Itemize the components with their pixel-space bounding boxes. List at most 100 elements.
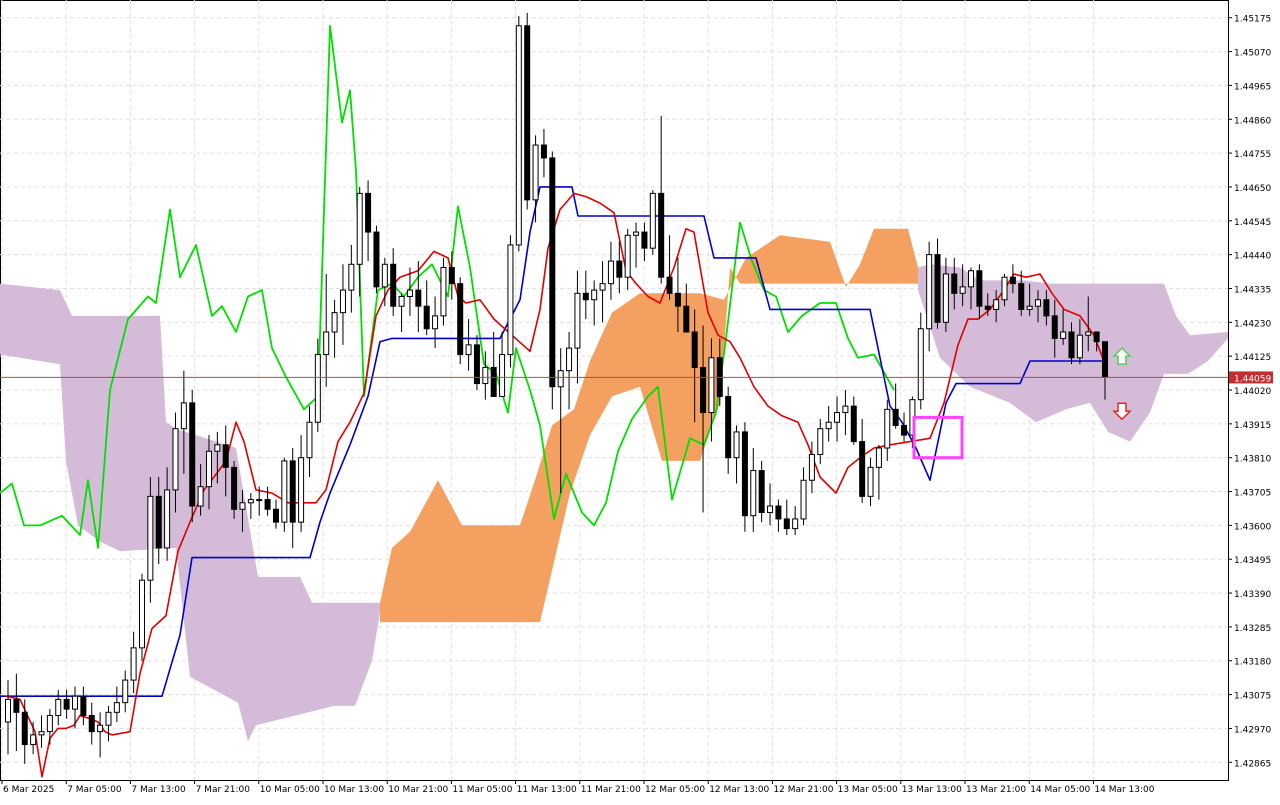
candle-body [607,260,614,285]
candle-body [122,679,129,704]
candle-body [557,370,564,388]
candle-body [356,192,363,265]
y-tick-label: 1.43390 [1234,590,1271,600]
candle-body [1085,331,1092,336]
candle-body [298,457,305,523]
candle-body [373,231,380,288]
candle-body [641,231,648,249]
y-tick-label: 1.45070 [1234,49,1271,59]
candle-body [499,354,506,397]
candle-body [741,431,748,517]
candle-body [733,431,740,459]
y-tick-label: 1.44020 [1234,387,1271,397]
candle-body [231,466,238,510]
candle-body [423,305,430,330]
candle-body [197,486,204,507]
candle-body [867,466,874,497]
candle-body [239,502,246,510]
x-tick-label: 14 Mar 13:00 [1094,785,1154,795]
candle-body [323,331,330,356]
y-tick-label: 1.42865 [1234,759,1271,769]
x-tick-label: 11 Mar 21:00 [581,785,641,795]
candle-body [859,441,866,497]
candle-body [55,698,62,717]
candle-body [256,499,263,502]
candle-body [1076,334,1083,359]
candle-body [792,518,799,530]
x-tick-label: 12 Mar 05:00 [645,785,705,795]
candle-body [348,263,355,291]
y-tick-label: 1.43180 [1234,658,1271,668]
candle-body [105,711,112,726]
candle-body [398,296,405,307]
y-tick-label: 1.44965 [1234,82,1271,92]
candle-body [448,267,455,285]
y-tick-label: 1.44650 [1234,184,1271,194]
x-tick-label: 10 Mar 05:00 [260,785,320,795]
candle-body [147,495,154,581]
candle [138,573,145,661]
candle-body [842,405,849,414]
candle-body [700,366,707,414]
candle-body [205,450,212,488]
candle-body [850,405,857,443]
x-tick-label: 7 Mar 13:00 [131,785,186,795]
candle-body [725,395,732,459]
candle-body [775,505,782,520]
y-tick-label: 1.44125 [1234,353,1271,363]
candle [524,12,531,210]
candle-body [1043,299,1050,317]
candle-body [959,286,966,294]
candle-body [138,579,145,649]
candle-body [758,470,765,513]
candle-body [415,289,422,307]
candle-body [691,331,698,368]
candle-body [1035,299,1042,307]
candle [549,151,556,410]
candle-body [968,270,975,288]
x-tick-label: 11 Mar 05:00 [452,785,512,795]
candle-body [1102,341,1108,378]
candle-body [390,263,397,307]
candle-body [113,702,120,713]
y-tick-label: 1.44440 [1234,252,1271,262]
y-tick-label: 1.43705 [1234,489,1271,499]
x-tick-label: 11 Mar 13:00 [517,785,577,795]
candle-body [976,270,983,307]
candle-body [432,315,439,330]
candle-body [457,283,464,356]
candle-body [88,715,95,733]
candle-body [750,470,757,517]
candle-body [633,231,640,236]
candle-body [490,366,497,397]
candle-body [624,234,631,278]
candle-body [884,408,891,449]
candle-body [674,292,681,307]
y-tick-label: 1.43495 [1234,556,1271,566]
candle-body [21,711,28,746]
candle-body [549,157,556,388]
candle [649,190,656,255]
x-tick-label: 7 Mar 21:00 [196,785,251,795]
y-tick-label: 1.43075 [1234,692,1271,702]
candle-body [222,444,229,468]
candle-body [800,479,807,520]
candle-body [532,144,539,201]
candle-body [942,273,949,323]
y-tick-label: 1.44860 [1234,116,1271,126]
x-tick-label: 12 Mar 21:00 [773,785,833,795]
y-tick-label: 1.43915 [1234,421,1271,431]
candle-body [951,273,958,294]
candle-body [616,260,623,278]
candle-body [130,647,137,681]
candle-body [582,292,589,301]
candle-body [1051,315,1058,339]
candle [507,235,514,368]
candle-body [767,505,774,513]
candle [189,390,196,523]
y-tick-label: 1.42970 [1234,725,1271,735]
candle-body [46,715,53,733]
candle-body [281,460,288,523]
x-tick-label: 10 Mar 21:00 [388,785,448,795]
candle-body [934,254,941,323]
